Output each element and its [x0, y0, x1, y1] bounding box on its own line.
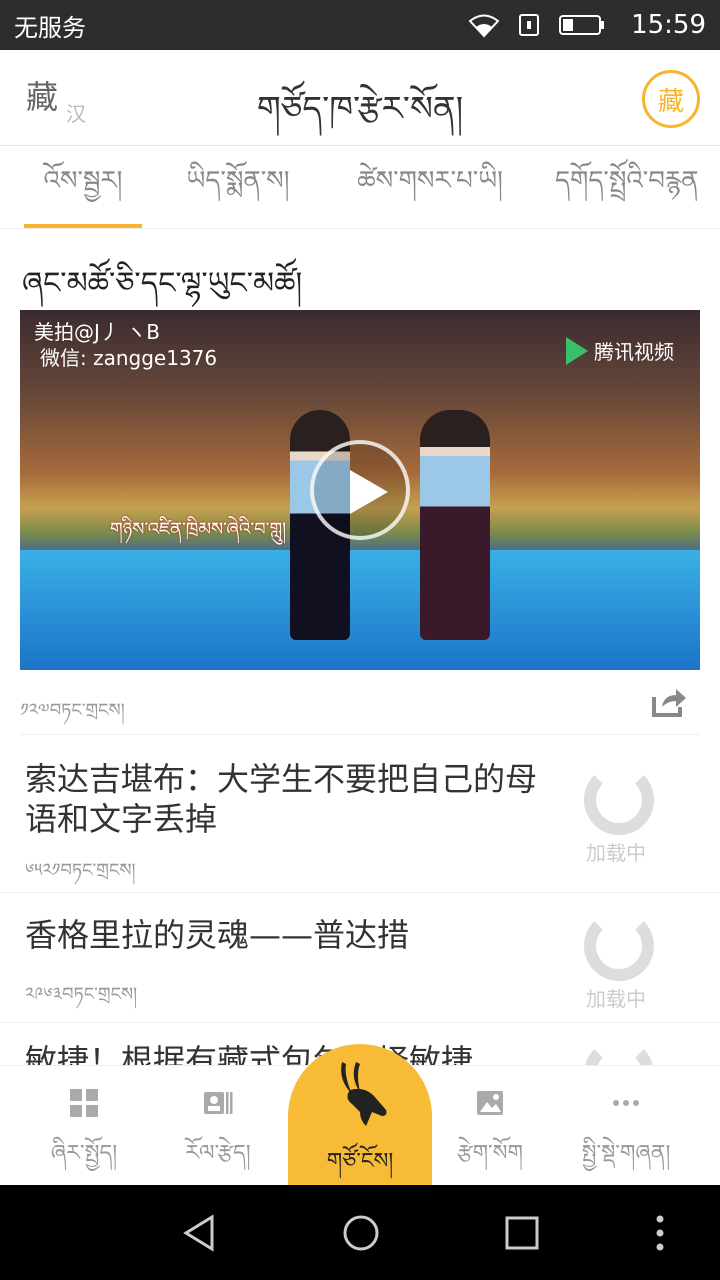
video-meta: ༡༢༧བཏང་གྲངས། — [20, 685, 700, 735]
loading-indicator: 加载中 — [584, 911, 704, 1021]
recents-icon[interactable] — [502, 1213, 542, 1253]
bottom-nav: ཞིར་སྤྱོད། རོལ་རྩེད། གཙོ་ངོས། རྩེག་སོག ས… — [0, 1044, 720, 1186]
video-caption: གཉིས་འཛིན་ཁྲིམས་ཞེའི་བ་གླུ། — [110, 519, 287, 540]
nav-item-more[interactable]: སྤྱི་སྡེ་གཞན། — [554, 1066, 698, 1186]
video-watermark: 美拍@J丿 ヽB — [34, 320, 160, 344]
clock: 15:59 — [631, 10, 706, 40]
news-views: ༢༩༦༣བཏང་གྲངས། — [25, 984, 138, 1005]
tab-0[interactable]: འོས་སྦྱར། — [24, 147, 142, 228]
wifi-icon — [468, 14, 500, 38]
video-brand: 腾讯视频 — [566, 336, 674, 365]
news-title: 索达吉堪布：大学生不要把自己的母语和文字丢掉 — [25, 760, 538, 838]
grid-icon — [70, 1089, 98, 1117]
home-icon[interactable] — [341, 1213, 381, 1253]
loading-indicator: 加载中 — [584, 765, 704, 875]
overflow-menu-icon[interactable] — [652, 1213, 668, 1253]
image-icon — [477, 1091, 503, 1115]
news-thumbnail: 加载中 — [580, 765, 700, 875]
view-count: ༡༢༧བཏང་གྲངས། — [20, 700, 125, 721]
tencent-video-icon — [566, 336, 588, 365]
app-logo-char: 藏 — [657, 86, 684, 117]
battery-icon — [559, 15, 605, 35]
nav-label: སྤྱི་སྡེ་གཞན། — [581, 1141, 671, 1166]
lang-tibetan-label: 藏 — [26, 78, 59, 116]
news-thumbnail — [580, 1039, 700, 1065]
nav-item-main[interactable]: གཙོ་ངོས། — [288, 1044, 432, 1186]
nav-label: རྩེག་སོག — [456, 1141, 524, 1166]
lang-chinese-label: 汉 — [66, 102, 86, 126]
nav-item-home[interactable]: ཞིར་སྤྱོད། — [12, 1066, 156, 1186]
category-tabs: འོས་སྦྱར། ཡིད་སྨོན་ས། ཚེས་གསར་པ་ཡི། དགོད… — [0, 147, 720, 229]
video-player[interactable]: 美拍@J丿 ヽB 微信: zangge1376 腾讯视频 གཉིས་འཛིན་ཁ… — [20, 310, 700, 670]
nav-label: ཞིར་སྤྱོད། — [50, 1141, 118, 1166]
news-thumbnail: 加载中 — [580, 911, 700, 1021]
card-icon — [204, 1092, 233, 1114]
status-bar: 无服务 15:59 — [0, 0, 720, 50]
feed[interactable]: ཞང་མཚོ་ཅི་དང་ལྷ་ཡུང་མཚོ། 美拍@J丿 ヽB 微信: za… — [0, 230, 720, 1065]
loading-spinner-icon — [584, 1039, 654, 1065]
video-watermark-wechat: 微信: zangge1376 — [40, 346, 218, 370]
loading-label: 加载中 — [586, 841, 646, 865]
video-performer — [420, 410, 490, 640]
more-icon — [613, 1100, 639, 1106]
app-bar: 藏 汉 གཙོད་ཁ་རྩེར་སོན། 藏 — [0, 50, 720, 146]
loading-spinner-icon — [584, 911, 654, 981]
news-item[interactable]: 索达吉堪布：大学生不要把自己的母语和文字丢掉 ༦༥༢༡བཏང་གྲངས། 加载中 — [0, 737, 720, 893]
antelope-icon — [341, 1062, 387, 1126]
news-title: 敏捷！根据有藏式包包选择敏捷 — [25, 1042, 474, 1065]
nav-label: རོལ་རྩེད། — [185, 1141, 251, 1166]
tab-1[interactable]: ཡིད་སྨོན་ས། — [168, 147, 308, 228]
loading-indicator — [584, 1039, 704, 1065]
tab-2[interactable]: ཚེས་གསར་པ་ཡི། — [340, 147, 520, 228]
carrier-label: 无服务 — [14, 13, 86, 42]
play-button[interactable] — [310, 440, 410, 540]
loading-label: 加载中 — [586, 987, 646, 1011]
app-logo[interactable]: 藏 — [642, 70, 700, 128]
news-item[interactable]: 香格里拉的灵魂——普达措 ༢༩༦༣བཏང་གྲངས། 加载中 — [0, 893, 720, 1023]
nav-item-gallery[interactable]: རྩེག་སོག — [418, 1066, 562, 1186]
tab-3[interactable]: དགོད་སྤྲོའི་བརྙན — [555, 147, 720, 228]
nav-item-entertainment[interactable]: རོལ་རྩེད། — [146, 1066, 290, 1186]
video-stage — [20, 550, 700, 670]
loading-spinner-icon — [584, 765, 654, 835]
system-nav-bar — [0, 1185, 720, 1280]
status-icons: 15:59 — [467, 10, 706, 40]
language-toggle[interactable]: 藏 汉 — [26, 72, 96, 128]
video-brand-label: 腾讯视频 — [594, 340, 674, 364]
sim-alert-icon — [519, 14, 540, 36]
share-icon[interactable] — [650, 685, 688, 719]
news-title: 香格里拉的灵魂——普达措 — [25, 916, 410, 954]
back-icon[interactable] — [180, 1213, 220, 1253]
